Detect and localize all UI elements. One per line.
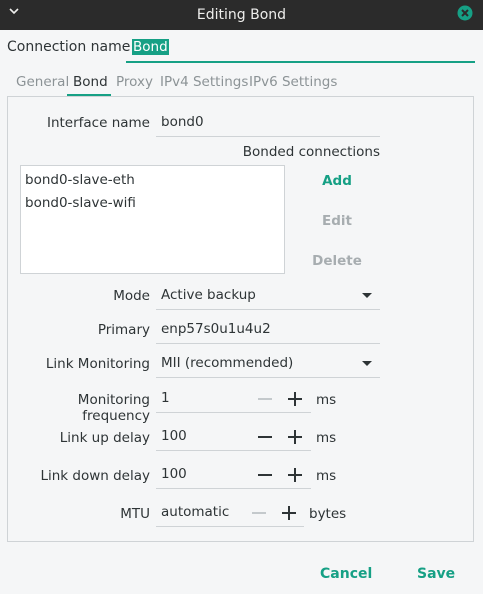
link-up-delay-unit: ms [316, 430, 337, 446]
window-titlebar: Editing Bond [0, 0, 483, 30]
increment-icon[interactable] [282, 506, 296, 520]
tab-ipv4-settings[interactable]: IPv4 Settings [160, 74, 248, 90]
window-title: Editing Bond [196, 7, 287, 23]
link-down-delay-unit: ms [316, 468, 337, 484]
decrement-icon[interactable] [258, 474, 272, 476]
primary-value: enp57s0u1u4u2 [161, 321, 271, 337]
connection-name-input[interactable]: Bond [126, 35, 475, 63]
save-button[interactable]: Save [417, 566, 455, 582]
monitoring-frequency-value: 1 [161, 390, 170, 406]
monitoring-frequency-unit: ms [316, 392, 337, 408]
connection-name-value: Bond [132, 39, 169, 55]
close-icon[interactable] [457, 5, 473, 21]
mode-label: Mode [113, 288, 150, 304]
link-down-delay-label: Link down delay [40, 468, 150, 484]
tab-proxy[interactable]: Proxy [116, 74, 153, 90]
link-up-delay-value: 100 [161, 428, 187, 444]
tab-general[interactable]: General [16, 74, 69, 90]
decrement-icon[interactable] [258, 398, 272, 400]
primary-label: Primary [97, 322, 150, 338]
link-monitoring-label: Link Monitoring [45, 356, 150, 372]
tab-bond[interactable]: Bond [73, 74, 108, 90]
link-down-delay-value: 100 [161, 466, 187, 482]
mtu-spinner[interactable]: automatic [156, 500, 304, 527]
interface-name-value: bond0 [161, 114, 204, 130]
monitoring-frequency-spinner[interactable]: 1 [156, 386, 311, 413]
link-up-delay-spinner[interactable]: 100 [156, 424, 311, 451]
increment-icon[interactable] [288, 392, 302, 406]
delete-button[interactable]: Delete [307, 253, 367, 269]
dropdown-arrow-icon [362, 293, 372, 298]
decrement-icon[interactable] [252, 512, 266, 514]
bonded-connections-label: Bonded connections [242, 144, 380, 160]
mtu-unit: bytes [309, 506, 347, 522]
tab-bar: General Bond Proxy IPv4 Settings IPv6 Se… [0, 70, 483, 96]
interface-name-input[interactable]: bond0 [156, 110, 380, 137]
mode-value: Active backup [161, 287, 256, 303]
link-monitoring-value: MII (recommended) [161, 355, 294, 371]
increment-icon[interactable] [288, 430, 302, 444]
cancel-button[interactable]: Cancel [320, 566, 372, 582]
mtu-value: automatic [161, 504, 230, 520]
dropdown-arrow-icon [362, 361, 372, 366]
list-item[interactable]: bond0-slave-eth [25, 172, 135, 188]
mtu-label: MTU [120, 506, 150, 522]
mode-dropdown[interactable]: Active backup [156, 283, 380, 310]
interface-name-label: Interface name [46, 115, 150, 131]
link-down-delay-spinner[interactable]: 100 [156, 462, 311, 489]
tab-ipv6-settings[interactable]: IPv6 Settings [249, 74, 337, 90]
link-up-delay-label: Link up delay [59, 430, 150, 446]
edit-button[interactable]: Edit [307, 213, 367, 229]
add-button[interactable]: Add [307, 173, 367, 189]
link-monitoring-dropdown[interactable]: MII (recommended) [156, 351, 380, 378]
primary-input[interactable]: enp57s0u1u4u2 [156, 317, 380, 344]
connection-name-label: Connection name [7, 39, 131, 55]
monitoring-frequency-label: Monitoring frequency [77, 392, 150, 424]
increment-icon[interactable] [288, 468, 302, 482]
decrement-icon[interactable] [258, 436, 272, 438]
list-item[interactable]: bond0-slave-wifi [25, 195, 136, 211]
bonded-connections-list[interactable]: bond0-slave-eth bond0-slave-wifi [20, 165, 285, 274]
